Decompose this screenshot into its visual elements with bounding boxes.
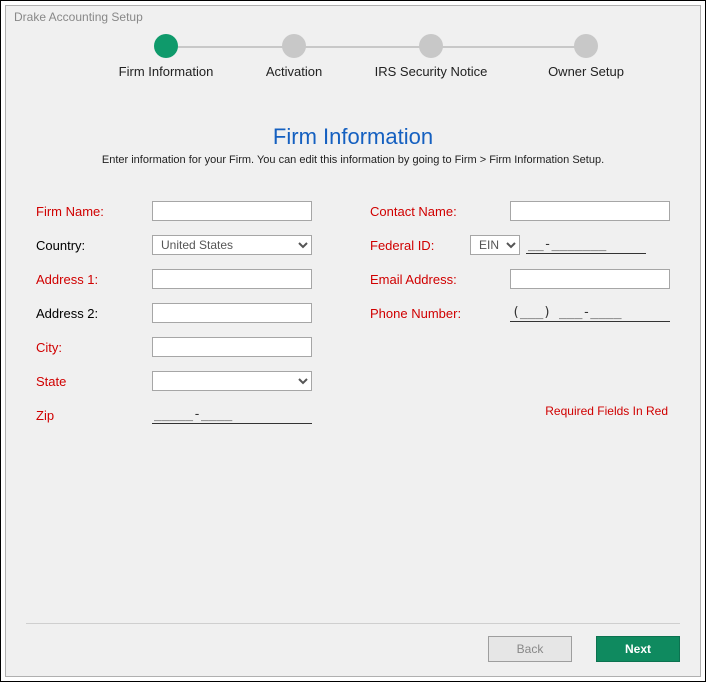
- page-title: Firm Information: [36, 124, 670, 150]
- zip-label: Zip: [36, 408, 152, 423]
- firm-name-label: Firm Name:: [36, 204, 152, 219]
- back-button[interactable]: Back: [488, 636, 572, 662]
- footer-buttons: Back Next: [26, 636, 680, 662]
- phone-input[interactable]: (___) ___-____: [510, 305, 670, 322]
- stepper: Firm Information Activation IRS Security…: [6, 34, 700, 90]
- step-label: Activation: [224, 64, 364, 79]
- federal-id-type-select[interactable]: EIN: [470, 235, 520, 255]
- left-column: Firm Name: Country: United States Addres…: [36, 200, 330, 438]
- window-title: Drake Accounting Setup: [6, 6, 700, 28]
- address1-input[interactable]: [152, 269, 312, 289]
- contact-name-label: Contact Name:: [370, 204, 510, 219]
- window-inner: Drake Accounting Setup Firm Information …: [5, 5, 701, 677]
- country-select[interactable]: United States: [152, 235, 312, 255]
- state-select[interactable]: [152, 371, 312, 391]
- footer: Back Next: [26, 623, 680, 662]
- country-label: Country:: [36, 238, 152, 253]
- federal-id-label: Federal ID:: [370, 238, 470, 253]
- required-fields-note: Required Fields In Red: [370, 404, 670, 418]
- step-label: IRS Security Notice: [361, 64, 501, 79]
- firm-name-input[interactable]: [152, 201, 312, 221]
- step-circle-icon: [574, 34, 598, 58]
- contact-name-input[interactable]: [510, 201, 670, 221]
- content: Firm Information Enter information for y…: [6, 110, 700, 438]
- next-button[interactable]: Next: [596, 636, 680, 662]
- step-owner-setup[interactable]: Owner Setup: [516, 34, 656, 79]
- step-label: Owner Setup: [516, 64, 656, 79]
- phone-label: Phone Number:: [370, 306, 510, 321]
- email-label: Email Address:: [370, 272, 510, 287]
- page-subtitle: Enter information for your Firm. You can…: [36, 154, 670, 166]
- step-circle-icon: [154, 34, 178, 58]
- address2-input[interactable]: [152, 303, 312, 323]
- address1-label: Address 1:: [36, 272, 152, 287]
- federal-id-input[interactable]: __-_______: [526, 237, 646, 254]
- step-activation[interactable]: Activation: [224, 34, 364, 79]
- window: Drake Accounting Setup Firm Information …: [0, 0, 706, 682]
- state-label: State: [36, 374, 152, 389]
- address2-label: Address 2:: [36, 306, 152, 321]
- form-columns: Firm Name: Country: United States Addres…: [36, 200, 670, 438]
- step-circle-icon: [282, 34, 306, 58]
- city-label: City:: [36, 340, 152, 355]
- step-firm-information[interactable]: Firm Information: [96, 34, 236, 79]
- email-input[interactable]: [510, 269, 670, 289]
- city-input[interactable]: [152, 337, 312, 357]
- zip-input[interactable]: _____-____: [152, 407, 312, 424]
- step-circle-icon: [419, 34, 443, 58]
- footer-divider: [26, 623, 680, 624]
- step-irs-security[interactable]: IRS Security Notice: [361, 34, 501, 79]
- step-label: Firm Information: [96, 64, 236, 79]
- right-column: Contact Name: Federal ID: EIN __-_______…: [370, 200, 670, 438]
